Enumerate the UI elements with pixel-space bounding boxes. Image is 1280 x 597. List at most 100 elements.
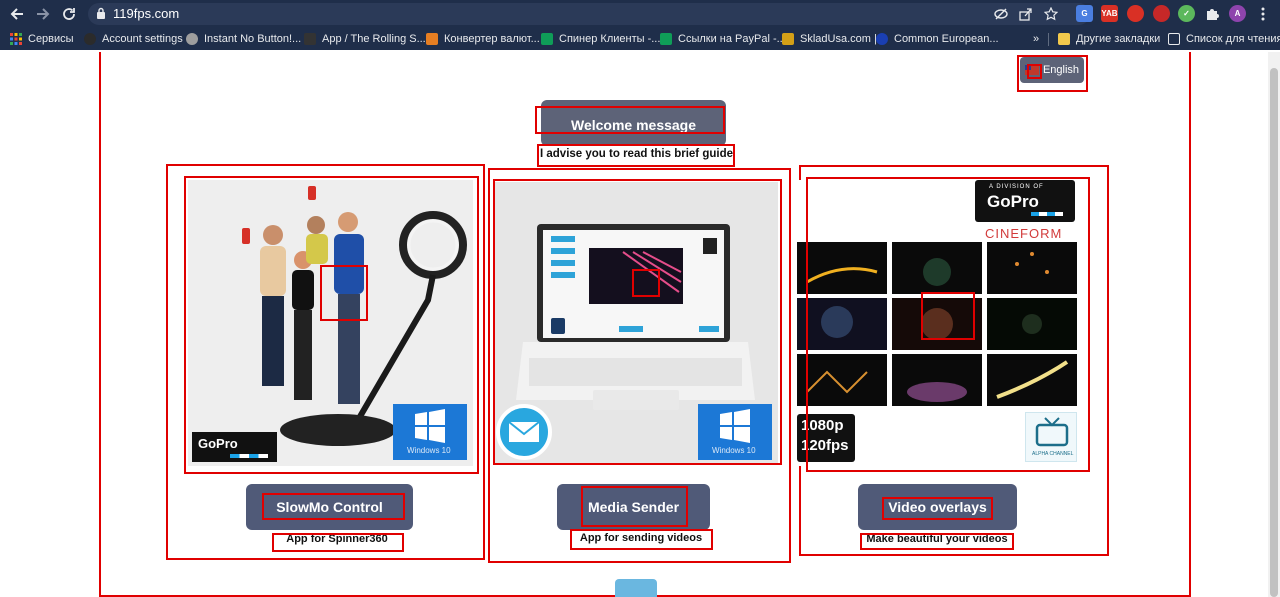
- bookmark-label: App / The Rolling S...: [322, 33, 426, 45]
- gopro-badge-label: GoPro: [198, 436, 238, 451]
- bookmark-currency-converter[interactable]: Конвертер валют...: [426, 31, 540, 47]
- bookmark-label: Сервисы: [28, 33, 74, 45]
- resolution-label: 1080p: [801, 417, 844, 434]
- address-bar[interactable]: [88, 3, 1090, 25]
- reading-list-icon: [1168, 33, 1180, 45]
- welcome-button[interactable]: Welcome message: [541, 100, 726, 146]
- bookmark-label: Список для чтения: [1186, 33, 1280, 45]
- guide-text: I advise you to read this brief guide: [540, 148, 733, 160]
- record-extension-icon[interactable]: [1153, 5, 1170, 22]
- division-label: A DIVISION OF: [989, 184, 1044, 190]
- overflow-label: »: [1033, 33, 1040, 45]
- forward-button[interactable]: [32, 3, 54, 25]
- bookmark-spinner-clients[interactable]: Спинер Клиенты -...: [541, 31, 660, 47]
- share-icon[interactable]: [1014, 3, 1036, 25]
- bookmark-label: Другие закладки: [1076, 33, 1161, 45]
- lock-icon: [97, 7, 105, 19]
- windows-badge-label: Windows 10: [712, 446, 756, 455]
- bookmark-favicon: [876, 33, 888, 45]
- reload-icon: [63, 8, 75, 20]
- windows-badge: Windows 10: [698, 404, 772, 460]
- gopro-stripe: [1031, 212, 1063, 216]
- bookmark-label: Ссылки на PayPal -...: [678, 33, 786, 45]
- sheets-icon: [660, 33, 672, 45]
- bookmark-label: Спинер Клиенты -...: [559, 33, 661, 45]
- globe-icon: [186, 33, 198, 45]
- tv-icon: [1035, 417, 1069, 447]
- media-sender-label: Media Sender: [587, 499, 680, 515]
- slowmo-control-button[interactable]: SlowMo Control: [246, 484, 413, 530]
- bookmark-label: Account settings: [102, 33, 183, 45]
- gopro-badge: GoPro: [192, 432, 277, 462]
- gopro-division-badge: A DIVISION OF GoPro: [975, 180, 1075, 222]
- sheets-icon: [541, 33, 553, 45]
- folder-icon: [1058, 33, 1070, 45]
- slowmo-product-image[interactable]: GoPro Windows 10: [188, 180, 473, 466]
- bookmark-paypal-links[interactable]: Ссылки на PayPal -...: [660, 31, 786, 47]
- bookmark-account-settings[interactable]: Account settings: [84, 31, 183, 47]
- language-button[interactable]: English: [1020, 57, 1084, 83]
- video-overlays-label: Video overlays: [888, 499, 987, 515]
- menu-dots-icon[interactable]: [1252, 3, 1274, 25]
- cineform-label: CINEFORM: [985, 226, 1063, 241]
- bookmark-label: SkladUsa.com |: [800, 33, 877, 45]
- profile-avatar[interactable]: A: [1229, 5, 1246, 22]
- bookmark-label: Common European...: [894, 33, 999, 45]
- arrow-right-icon: [37, 8, 50, 20]
- video-overlays-button[interactable]: Video overlays: [858, 484, 1017, 530]
- eye-off-icon[interactable]: [990, 3, 1012, 25]
- bookmark-label: Конвертер валют...: [444, 33, 540, 45]
- video-overlays-subtitle: Make beautiful your videos: [866, 533, 1008, 545]
- back-button[interactable]: [6, 3, 28, 25]
- arrow-left-icon: [10, 8, 23, 20]
- bookmark-star-icon[interactable]: [1040, 3, 1062, 25]
- bookmark-favicon: [84, 33, 96, 45]
- mail-badge: [496, 404, 552, 460]
- media-sender-subtitle: App for sending videos: [579, 532, 703, 544]
- apps-grid-icon: [10, 33, 22, 45]
- slowmo-subtitle: App for Spinner360: [286, 533, 388, 545]
- framerate-label: 120fps: [801, 437, 849, 454]
- bookmarks-overflow-button[interactable]: »: [1033, 31, 1039, 47]
- fps-badge: 1080p 120fps: [797, 414, 855, 462]
- bookmarks-bar: Сервисы Account settings Instant No Butt…: [0, 28, 1280, 50]
- bookmarks-divider: [1048, 33, 1049, 46]
- chat-icon[interactable]: [615, 579, 657, 597]
- alpha-channel-label: ALPHA CHANNEL: [1032, 451, 1074, 457]
- media-sender-product-image[interactable]: Windows 10: [493, 182, 778, 464]
- windows-logo-icon: [415, 409, 445, 443]
- flag-icon: [1024, 65, 1039, 75]
- video-overlays-product-image[interactable]: A DIVISION OF GoPro CINEFORM 1080p 120fp…: [797, 180, 1080, 466]
- bookmark-favicon: [426, 33, 438, 45]
- bookmark-rolling[interactable]: App / The Rolling S...: [304, 31, 426, 47]
- bookmark-skladusa[interactable]: SkladUsa.com |: [782, 31, 877, 47]
- reading-list-button[interactable]: Список для чтения: [1168, 31, 1280, 47]
- windows-logo-icon: [720, 409, 750, 443]
- puzzle-icon[interactable]: [1201, 3, 1223, 25]
- overlay-thumbnails-grid: [797, 242, 1077, 406]
- bookmark-common-european[interactable]: Common European...: [876, 31, 999, 47]
- bookmark-label: Instant No Button!...: [204, 33, 302, 45]
- url-text[interactable]: 119fps.com: [113, 6, 179, 21]
- language-label: English: [1042, 64, 1080, 76]
- gopro-brand-label: GoPro: [987, 192, 1039, 211]
- bookmark-services[interactable]: Сервисы: [10, 31, 74, 47]
- bookmark-favicon: [304, 33, 316, 45]
- browser-toolbar: 119fps.com G YAB ✓ A: [0, 0, 1280, 28]
- alpha-channel-badge: ALPHA CHANNEL: [1025, 412, 1077, 462]
- scrollbar-thumb[interactable]: [1270, 68, 1278, 597]
- bookmark-other[interactable]: Другие закладки: [1058, 31, 1160, 47]
- windows-badge: Windows 10: [393, 404, 467, 460]
- bookmark-favicon: [782, 33, 794, 45]
- bookmark-instant-no-button[interactable]: Instant No Button!...: [186, 31, 301, 47]
- envelope-icon: [508, 421, 540, 442]
- translate-extension-icon[interactable]: G: [1076, 5, 1093, 22]
- media-sender-button[interactable]: Media Sender: [557, 484, 710, 530]
- slowmo-control-label: SlowMo Control: [276, 499, 383, 515]
- yab-extension-icon[interactable]: YAB: [1101, 5, 1118, 22]
- check-extension-icon[interactable]: ✓: [1178, 5, 1195, 22]
- red-extension-icon[interactable]: [1127, 5, 1144, 22]
- gopro-stripe: [230, 454, 268, 458]
- reload-button[interactable]: [58, 3, 80, 25]
- windows-badge-label: Windows 10: [407, 446, 451, 455]
